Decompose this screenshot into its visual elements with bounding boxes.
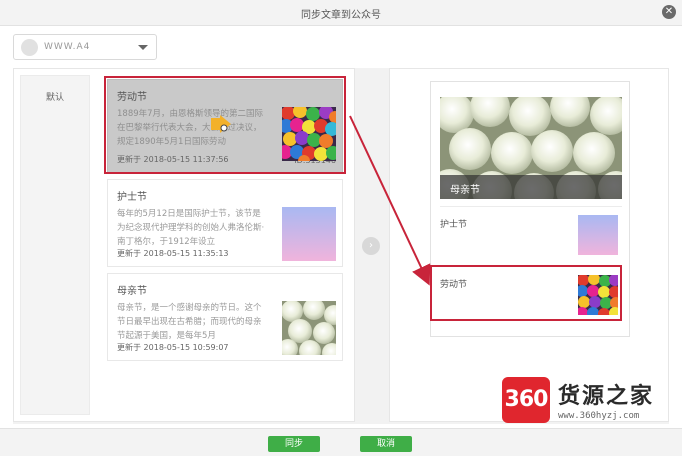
preview-item[interactable]: 护士节: [440, 206, 622, 258]
article-card[interactable]: 母亲节 母亲节，是一个感谢母亲的节日。这个节日最早出现在古希腊；而现代的母亲节起…: [107, 273, 343, 361]
chevron-right-icon[interactable]: ›: [362, 237, 380, 255]
cancel-button[interactable]: 取消: [360, 436, 412, 452]
gradient-thumbnail: [578, 215, 618, 255]
article-title: 护士节: [117, 192, 147, 203]
category-item-default[interactable]: 默认: [21, 90, 89, 103]
highlight-source-box: [104, 76, 346, 174]
updated-label: 更新于: [117, 249, 141, 258]
watermark-url: www.360hyzj.com: [558, 411, 640, 421]
article-title: 母亲节: [117, 286, 147, 297]
account-selector[interactable]: WWW.A4: [13, 34, 157, 60]
article-card[interactable]: 护士节 每年的5月12日是国际护士节，该节是为纪念现代护理学科的创始人弗洛伦斯·…: [107, 179, 343, 267]
close-icon[interactable]: ✕: [662, 5, 676, 19]
highlight-target-box: [430, 265, 622, 321]
account-name: WWW.A4: [44, 42, 91, 52]
article-excerpt: 母亲节，是一个感谢母亲的节日。这个节日最早出现在古希腊；而现代的母亲节起源于美国…: [117, 303, 262, 341]
cover-article[interactable]: 母亲节: [440, 97, 622, 199]
avatar: [21, 39, 38, 56]
preview-item-title: 护士节: [440, 220, 468, 230]
category-column: 默认: [20, 75, 90, 415]
sync-button[interactable]: 同步: [268, 436, 320, 452]
chevron-down-icon: [138, 45, 148, 50]
article-updated: 更新于 2018-05-15 11:35:13: [117, 248, 229, 259]
watermark-logo: 360: [502, 377, 550, 423]
watermark-text: 货源之家: [558, 384, 655, 409]
dialog-footer: 同步 取消: [0, 428, 682, 456]
updated-time: 2018-05-15 11:35:13: [143, 249, 229, 258]
cover-title: 母亲节: [450, 185, 480, 196]
dialog-titlebar: 同步文章到公众号 ✕: [0, 0, 682, 26]
dialog-title: 同步文章到公众号: [301, 10, 381, 21]
updated-time: 2018-05-15 10:59:07: [143, 343, 229, 352]
article-excerpt: 每年的5月12日是国际护士节，该节是为纪念现代护理学科的创始人弗洛伦斯·南丁格尔…: [117, 209, 265, 247]
preview-panel: 母亲节 护士节 劳动节: [389, 68, 669, 422]
gradient-thumbnail: [282, 207, 336, 261]
article-updated: 更新于 2018-05-15 10:59:07: [117, 342, 229, 353]
updated-label: 更新于: [117, 343, 141, 352]
cover-caption: 母亲节: [440, 175, 622, 199]
roses-thumbnail: [282, 301, 336, 355]
